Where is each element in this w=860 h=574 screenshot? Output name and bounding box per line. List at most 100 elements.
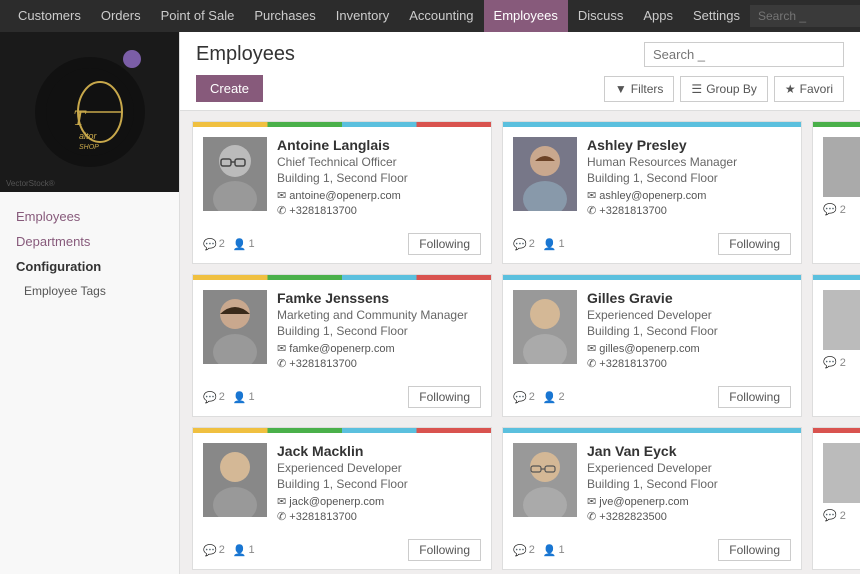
employee-email: ✉ famke@openerp.com bbox=[277, 342, 481, 355]
employee-card-1[interactable]: Ashley Presley Human Resources Manager B… bbox=[502, 121, 802, 264]
main-content: Employees Create ▼ Filters ☰ Group By ★ … bbox=[180, 32, 860, 574]
main-header: Employees Create ▼ Filters ☰ Group By ★ … bbox=[180, 32, 860, 111]
employee-card-0[interactable]: Antoine Langlais Chief Technical Officer… bbox=[192, 121, 492, 264]
activity-count: 1 bbox=[249, 391, 255, 403]
svg-text:aitor: aitor bbox=[79, 131, 98, 141]
avatar bbox=[513, 137, 577, 211]
employee-role: Experienced Developer bbox=[277, 461, 481, 475]
messages-stat: 💬 2 bbox=[203, 391, 225, 404]
card-stats: 💬 2 👤 1 bbox=[513, 544, 565, 557]
employee-card-partial-1: 💬 2 bbox=[812, 274, 860, 417]
sidebar-item-employees[interactable]: Employees bbox=[0, 204, 179, 229]
employee-email: ✉ jack@openerp.com bbox=[277, 495, 481, 508]
card-stats: 💬 2 👤 1 bbox=[203, 544, 255, 557]
avatar bbox=[513, 443, 577, 517]
sidebar-item-departments[interactable]: Departments bbox=[0, 229, 179, 254]
employee-phone: ✆ +3282823500 bbox=[587, 510, 791, 523]
card-stats: 💬 2 👤 1 bbox=[203, 238, 255, 251]
nav-discuss[interactable]: Discuss bbox=[568, 0, 634, 32]
main-layout: T aitor SHOP VectorStock® Employees Depa… bbox=[0, 32, 860, 574]
following-button-1[interactable]: Following bbox=[718, 233, 791, 255]
messages-stat: 💬 2 bbox=[203, 238, 225, 251]
activities-stat: 👤 1 bbox=[543, 544, 565, 557]
nav-point-of-sale[interactable]: Point of Sale bbox=[151, 0, 245, 32]
card-body: Jack Macklin Experienced Developer Build… bbox=[193, 433, 491, 535]
message-count: 2 bbox=[219, 238, 225, 250]
svg-text:SHOP: SHOP bbox=[79, 144, 99, 151]
card-info: Antoine Langlais Chief Technical Officer… bbox=[277, 137, 481, 219]
employee-name: Ashley Presley bbox=[587, 137, 791, 153]
employee-phone: ✆ +3281813700 bbox=[587, 357, 791, 370]
nav-employees[interactable]: Employees bbox=[484, 0, 568, 32]
activity-count: 2 bbox=[559, 391, 565, 403]
nav-inventory[interactable]: Inventory bbox=[326, 0, 399, 32]
employee-card-3[interactable]: Gilles Gravie Experienced Developer Buil… bbox=[502, 274, 802, 417]
employee-name: Jack Macklin bbox=[277, 443, 481, 459]
employee-phone: ✆ +3281813700 bbox=[587, 204, 791, 217]
favorites-button[interactable]: ★ Favori bbox=[774, 76, 844, 102]
nav-settings[interactable]: Settings bbox=[683, 0, 750, 32]
messages-stat: 💬 2 bbox=[203, 544, 225, 557]
filters-button[interactable]: ▼ Filters bbox=[604, 76, 675, 102]
cards-row-1: Antoine Langlais Chief Technical Officer… bbox=[192, 121, 848, 264]
activity-icon: 👤 bbox=[233, 544, 247, 557]
employee-building: Building 1, Second Floor bbox=[587, 477, 791, 491]
card-footer: 💬 2 👤 1 Following bbox=[193, 229, 491, 263]
groupby-label: Group By bbox=[706, 82, 757, 96]
employee-card-2[interactable]: Famke Jenssens Marketing and Community M… bbox=[192, 274, 492, 417]
nav-accounting[interactable]: Accounting bbox=[399, 0, 483, 32]
employee-name: Gilles Gravie bbox=[587, 290, 791, 306]
vectorstock-label: VectorStock® bbox=[6, 179, 55, 188]
top-search-input[interactable] bbox=[750, 5, 860, 27]
message-icon: 💬 bbox=[513, 544, 527, 557]
card-body: Gilles Gravie Experienced Developer Buil… bbox=[503, 280, 801, 382]
activities-stat: 👤 2 bbox=[543, 391, 565, 404]
sidebar: T aitor SHOP VectorStock® Employees Depa… bbox=[0, 32, 180, 574]
card-footer: 💬 2 👤 1 Following bbox=[503, 535, 801, 569]
following-button-0[interactable]: Following bbox=[408, 233, 481, 255]
create-button[interactable]: Create bbox=[196, 75, 263, 102]
message-icon: 💬 bbox=[203, 544, 217, 557]
card-stats: 💬 2 👤 1 bbox=[513, 238, 565, 251]
filters-label: Filters bbox=[631, 82, 664, 96]
avatar bbox=[203, 443, 267, 517]
card-info: Jan Van Eyck Experienced Developer Build… bbox=[587, 443, 791, 525]
following-button-5[interactable]: Following bbox=[718, 539, 791, 561]
message-count: 2 bbox=[529, 544, 535, 556]
employee-building: Building 1, Second Floor bbox=[587, 171, 791, 185]
nav-purchases[interactable]: Purchases bbox=[244, 0, 325, 32]
activity-icon: 👤 bbox=[233, 238, 247, 251]
employee-building: Building 1, Second Floor bbox=[277, 477, 481, 491]
employee-card-4[interactable]: Jack Macklin Experienced Developer Build… bbox=[192, 427, 492, 570]
following-button-4[interactable]: Following bbox=[408, 539, 481, 561]
employee-card-5[interactable]: Jan Van Eyck Experienced Developer Build… bbox=[502, 427, 802, 570]
sidebar-item-employee-tags[interactable]: Employee Tags bbox=[0, 279, 179, 303]
groupby-button[interactable]: ☰ Group By bbox=[680, 76, 767, 102]
groupby-icon: ☰ bbox=[691, 82, 702, 96]
activities-stat: 👤 1 bbox=[543, 238, 565, 251]
employee-role: Human Resources Manager bbox=[587, 155, 791, 169]
card-info: Ashley Presley Human Resources Manager B… bbox=[587, 137, 791, 219]
nav-customers[interactable]: Customers bbox=[8, 0, 91, 32]
employee-phone: ✆ +3281813700 bbox=[277, 357, 481, 370]
employee-email: ✉ jve@openerp.com bbox=[587, 495, 791, 508]
nav-apps[interactable]: Apps bbox=[633, 0, 683, 32]
page-title: Employees bbox=[196, 43, 295, 66]
avatar bbox=[203, 290, 267, 364]
search-input[interactable] bbox=[644, 42, 844, 67]
cards-row-2: Famke Jenssens Marketing and Community M… bbox=[192, 274, 848, 417]
nav-orders[interactable]: Orders bbox=[91, 0, 151, 32]
message-count: 2 bbox=[529, 238, 535, 250]
activity-count: 1 bbox=[249, 238, 255, 250]
card-footer: 💬 2 👤 1 Following bbox=[193, 535, 491, 569]
logo-dot bbox=[123, 50, 141, 68]
messages-stat: 💬 2 bbox=[513, 391, 535, 404]
filter-icon: ▼ bbox=[615, 82, 627, 96]
cards-row-3: Jack Macklin Experienced Developer Build… bbox=[192, 427, 848, 570]
sidebar-item-configuration[interactable]: Configuration bbox=[0, 254, 179, 279]
following-button-3[interactable]: Following bbox=[718, 386, 791, 408]
employee-role: Experienced Developer bbox=[587, 308, 791, 322]
activity-count: 1 bbox=[249, 544, 255, 556]
following-button-2[interactable]: Following bbox=[408, 386, 481, 408]
message-icon: 💬 bbox=[203, 391, 217, 404]
